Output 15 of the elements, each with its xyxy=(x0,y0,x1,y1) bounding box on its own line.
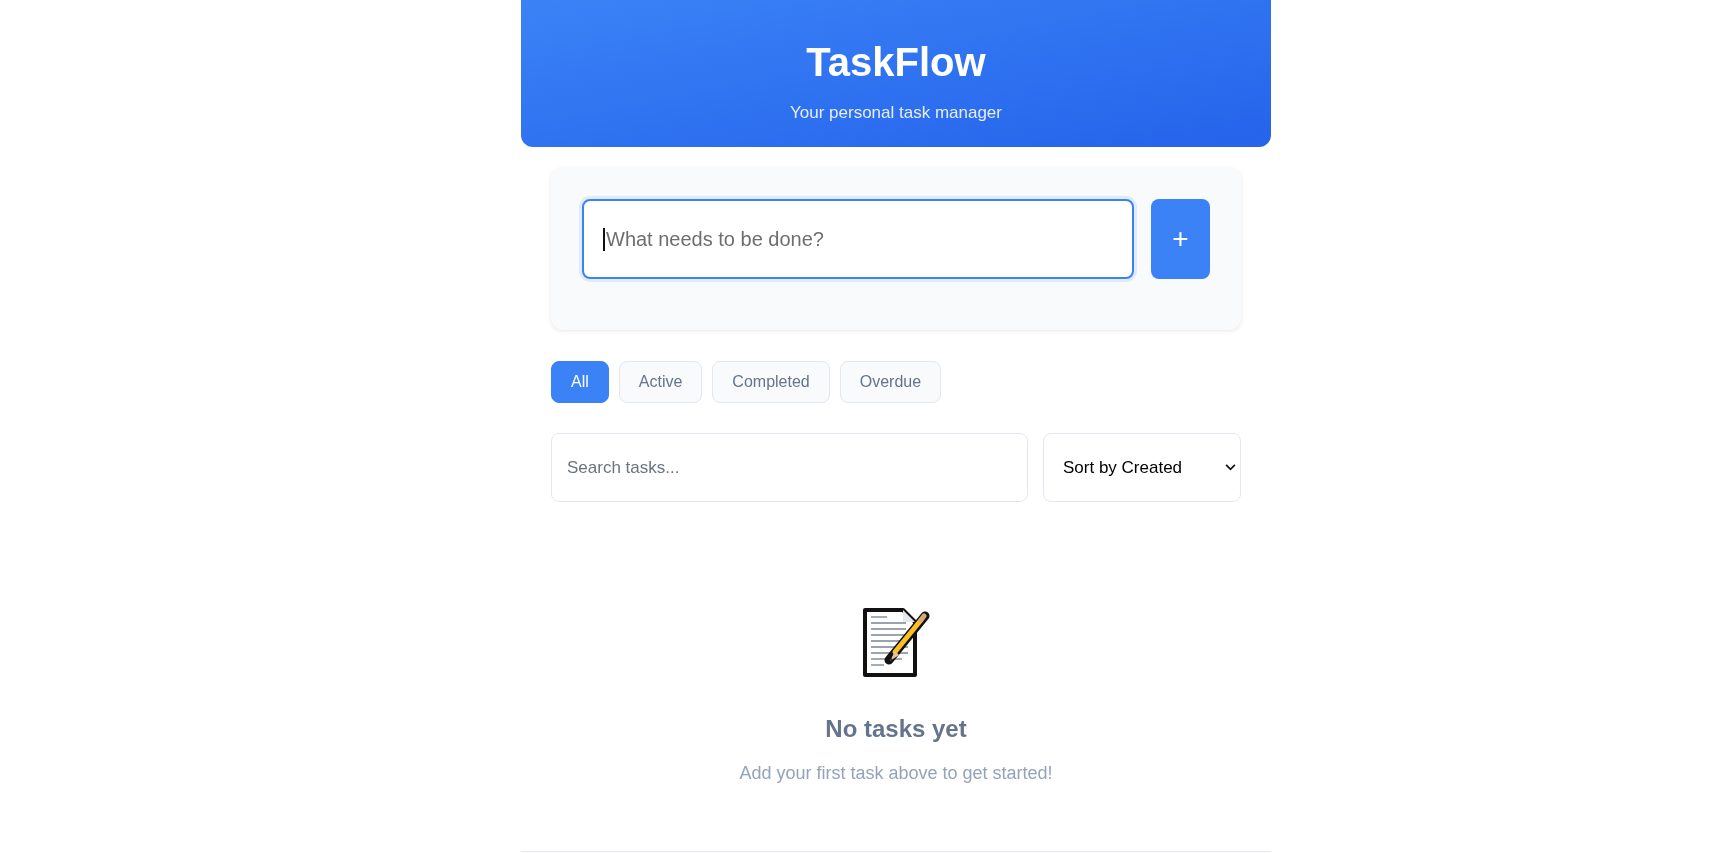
chevron-down-icon xyxy=(1225,464,1236,471)
filter-tab[interactable]: All xyxy=(551,361,609,403)
filter-tab[interactable]: Overdue xyxy=(839,361,942,403)
add-task-button[interactable]: + xyxy=(1151,199,1210,279)
empty-state-title: No tasks yet xyxy=(825,714,967,744)
search-field[interactable]: Search tasks... xyxy=(551,433,1028,502)
app-title: TaskFlow xyxy=(806,39,986,86)
empty-state-message: Add your first task above to get started! xyxy=(739,762,1053,785)
sort-select[interactable]: Sort by Created xyxy=(1043,433,1241,502)
app-subtitle: Your personal task manager xyxy=(790,102,1002,124)
filter-tab[interactable]: Completed xyxy=(712,361,830,403)
memo-pencil-icon xyxy=(862,606,930,678)
filter-tab[interactable]: Active xyxy=(618,361,703,403)
text-cursor xyxy=(603,228,605,251)
task-input[interactable]: What needs to be done? xyxy=(582,199,1134,279)
